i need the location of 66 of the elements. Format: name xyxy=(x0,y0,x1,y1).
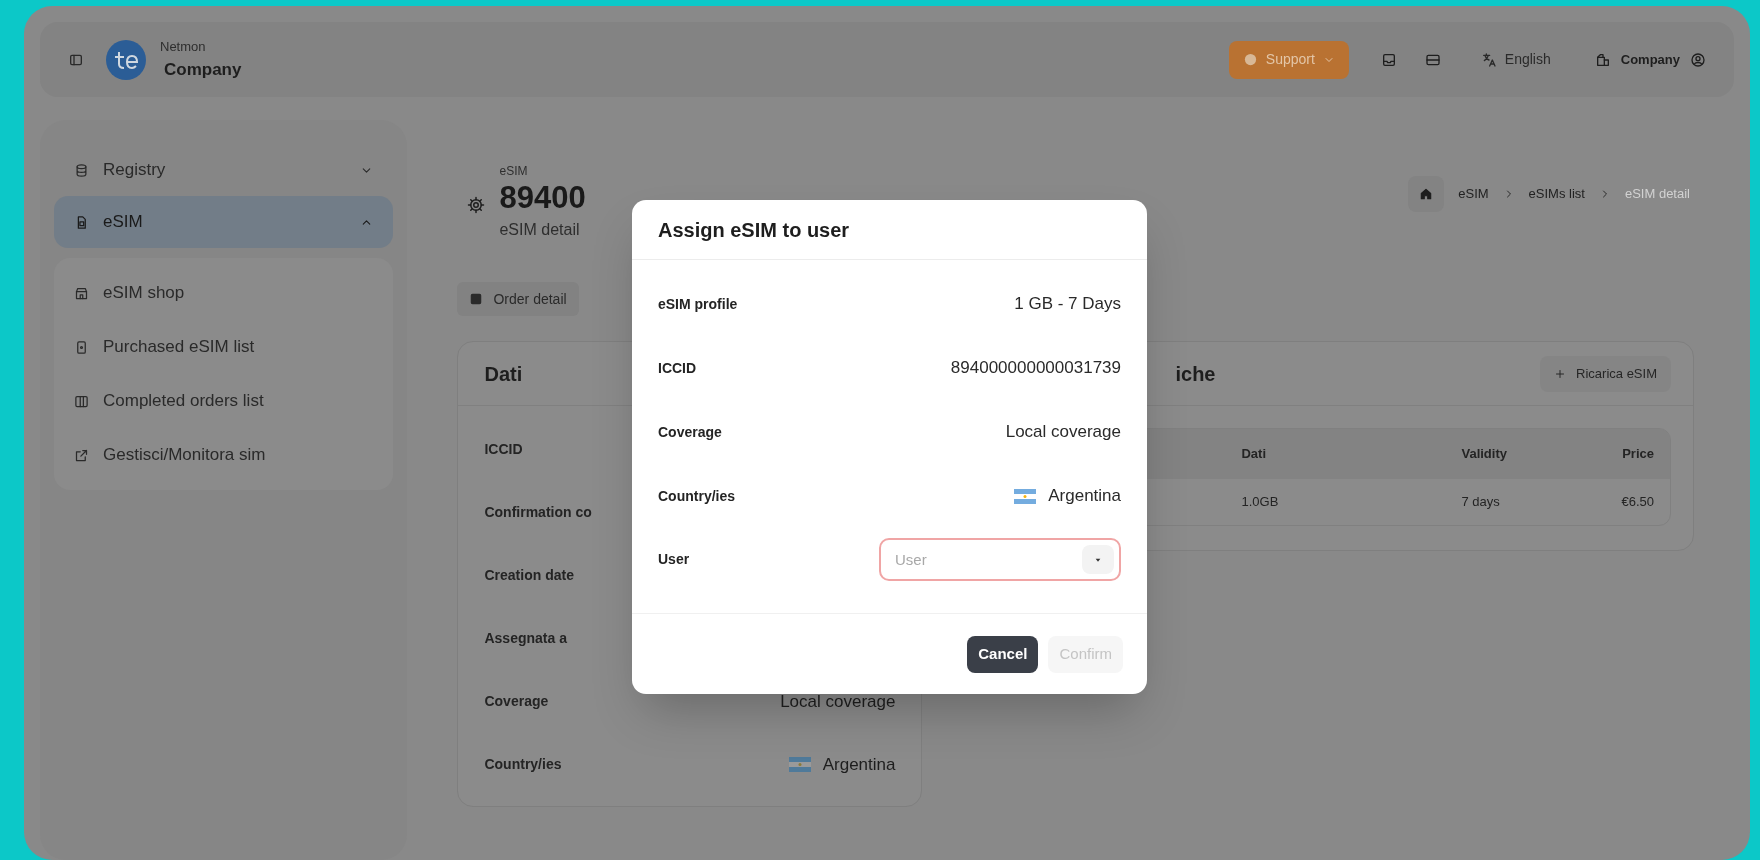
field-value: Argentina xyxy=(1048,485,1121,508)
field-label: ICCID xyxy=(484,440,523,459)
table-cell-text: 7 days xyxy=(1461,493,1501,512)
logo-icon xyxy=(106,39,146,80)
field-value: 894000000000031739 xyxy=(950,357,1121,380)
language-button[interactable]: English xyxy=(1480,49,1551,70)
field-label: Coverage xyxy=(658,422,722,442)
breadcrumb-link[interactable]: eSIM xyxy=(1458,184,1489,204)
card-title: iche xyxy=(1175,361,1216,387)
company-name: Company xyxy=(164,58,242,81)
breadcrumb-link[interactable]: eSIM detail xyxy=(1624,184,1690,204)
field-label: ICCID xyxy=(658,358,697,378)
user-circle-icon xyxy=(1690,51,1706,68)
field-value: 1 GB - 7 Days xyxy=(1014,293,1121,316)
square-icon xyxy=(469,292,484,306)
user-select[interactable]: User xyxy=(879,538,1121,581)
field-value: Local coverage xyxy=(1005,421,1121,444)
card-title: Dati xyxy=(484,361,523,387)
field-label: User xyxy=(658,550,690,569)
submenu-item[interactable]: Gestisci/Monitora sim xyxy=(54,428,394,482)
org-name: Netmon xyxy=(160,38,207,56)
field-label: Country/ies xyxy=(658,486,735,506)
inbox-icon xyxy=(1380,51,1397,68)
column-header: Dati xyxy=(1241,445,1267,464)
page-subtitle: eSIM detail xyxy=(499,220,581,240)
dropdown-toggle[interactable] xyxy=(1082,545,1114,574)
account-button[interactable]: Company xyxy=(1594,49,1706,70)
submenu-item[interactable]: Purchased eSIM list xyxy=(54,320,394,374)
column-header: Validity xyxy=(1461,445,1508,464)
translate-icon xyxy=(1480,51,1497,68)
field-label: Coverage xyxy=(484,692,549,711)
cancel-button[interactable]: Cancel xyxy=(967,635,1039,673)
gear-icon xyxy=(467,196,486,214)
flag-icon xyxy=(1014,488,1037,504)
submenu-item[interactable]: Completed orders list xyxy=(54,374,394,428)
support-button[interactable]: Support xyxy=(1228,40,1349,79)
external-link-icon xyxy=(74,447,89,463)
sidebar-item[interactable]: eSIM xyxy=(54,196,394,248)
table-cell-text: €6.50 xyxy=(1621,493,1654,512)
building-icon xyxy=(1594,51,1611,68)
page-overline: eSIM xyxy=(499,163,529,180)
recharge-button[interactable]: Ricarica eSIM xyxy=(1540,355,1671,392)
field-label: Creation date xyxy=(484,566,574,585)
field-label: eSIM profile xyxy=(658,294,738,314)
column-header: Price xyxy=(1621,445,1654,464)
field-label: Country/ies xyxy=(484,755,562,774)
inbox-button[interactable] xyxy=(1380,51,1397,68)
database-icon xyxy=(74,162,89,178)
shop-icon xyxy=(74,285,89,301)
plus-icon xyxy=(1554,367,1567,380)
flag-icon xyxy=(788,757,811,772)
breadcrumb-link[interactable]: eSIMs list xyxy=(1528,184,1585,204)
page-title: 89400 xyxy=(499,180,586,216)
table-cell-text: 1.0GB xyxy=(1241,493,1280,512)
field-label: Assegnata a xyxy=(484,629,567,648)
dialog-title: Assign eSIM to user xyxy=(658,217,850,243)
tab[interactable]: Order detail xyxy=(457,282,579,316)
home-icon xyxy=(1419,187,1434,201)
sidebar-item[interactable]: Registry xyxy=(54,144,394,196)
field-value: Argentina xyxy=(822,753,896,776)
home-button[interactable] xyxy=(1408,176,1445,212)
sim-file-icon xyxy=(74,339,89,355)
field-value: Local coverage xyxy=(780,690,896,713)
submenu-item[interactable]: eSIM shop xyxy=(54,266,394,320)
field-label: Confirmation co xyxy=(484,503,592,522)
columns-icon xyxy=(74,393,89,409)
